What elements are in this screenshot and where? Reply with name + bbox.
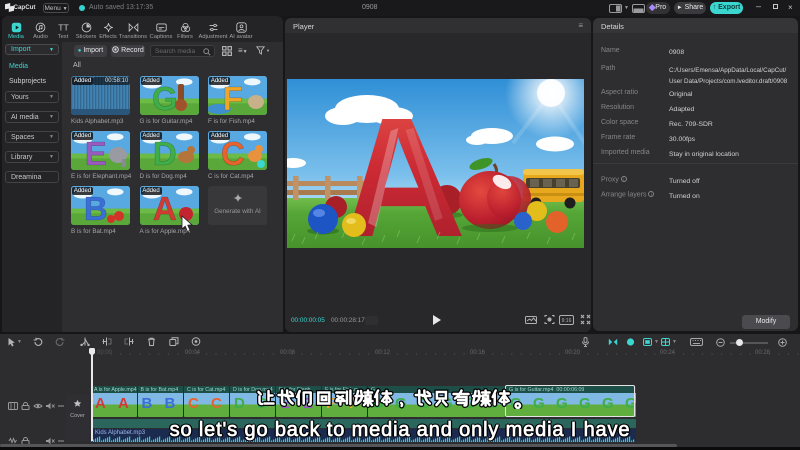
svg-text:A: A	[152, 190, 176, 225]
svg-text:D: D	[152, 135, 176, 170]
svg-text:E: E	[85, 135, 107, 170]
svg-text:G: G	[151, 80, 177, 115]
svg-text:C: C	[221, 135, 245, 170]
svg-text:B: B	[84, 190, 108, 225]
svg-text:TT: TT	[58, 22, 69, 32]
svg-text:9:16: 9:16	[562, 318, 572, 324]
svg-text:F: F	[223, 80, 243, 115]
